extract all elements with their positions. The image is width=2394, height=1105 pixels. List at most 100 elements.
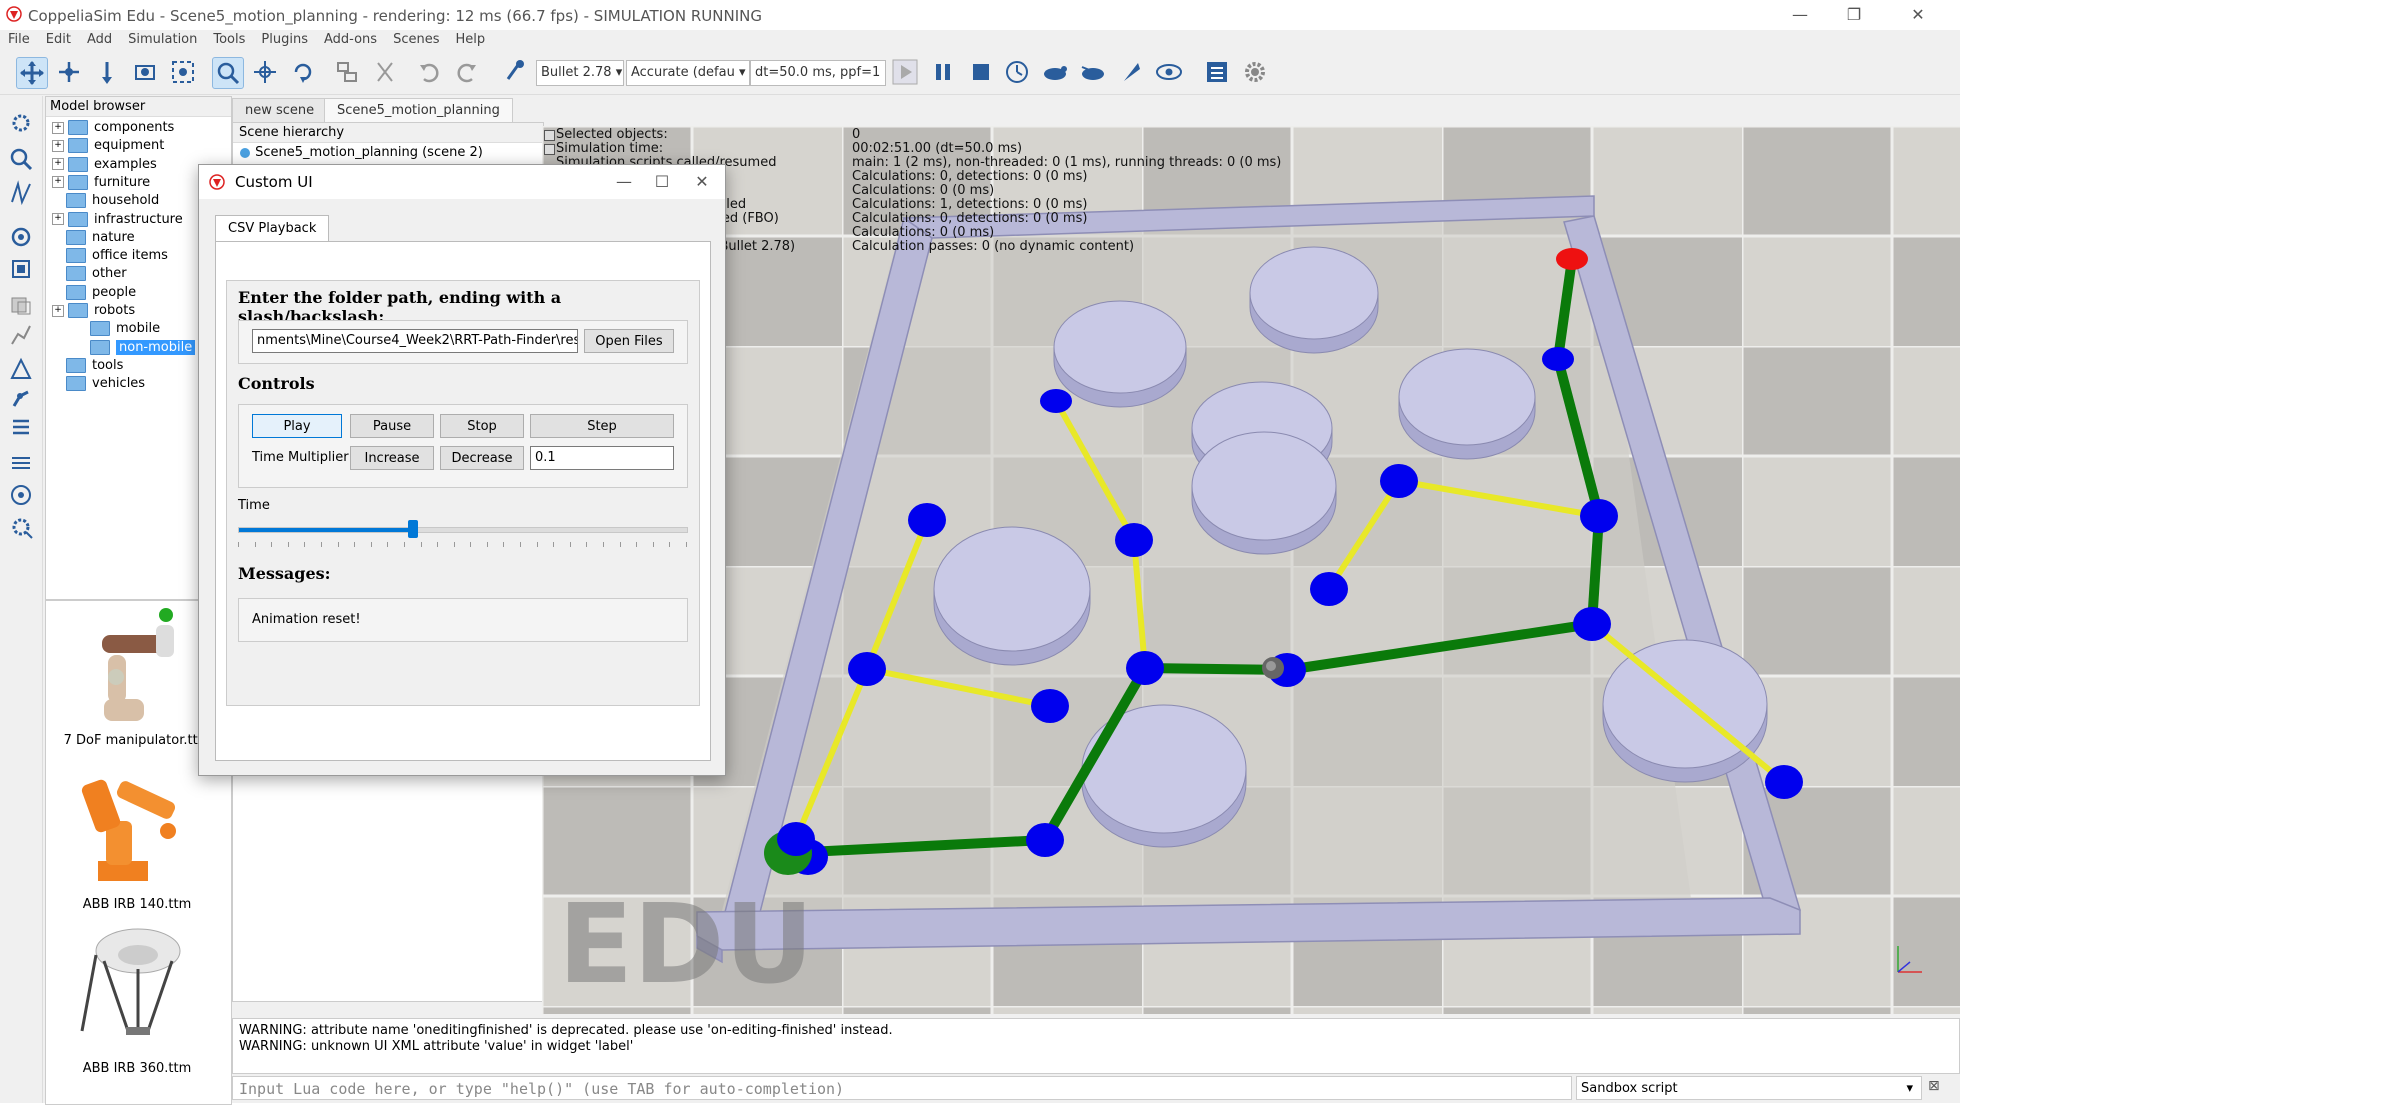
physics-engine-select[interactable]: Bullet 2.78 ▾: [536, 60, 624, 86]
tab-scene5-motion-planning[interactable]: Scene5_motion_planning: [324, 98, 513, 123]
pause-simulation-icon[interactable]: [928, 57, 958, 87]
tree-item-vehicles[interactable]: vehicles: [52, 375, 145, 393]
pause-button[interactable]: Pause: [350, 414, 434, 438]
speed-up-icon[interactable]: [1078, 57, 1108, 87]
decrease-button[interactable]: Decrease: [440, 446, 524, 470]
tree-item-other[interactable]: other: [52, 265, 127, 283]
distance-calculation-icon[interactable]: [8, 180, 34, 206]
expand-icon[interactable]: +: [52, 304, 64, 317]
tree-item-people[interactable]: people: [52, 284, 136, 302]
close-icon[interactable]: ⊠: [1928, 1078, 1940, 1094]
tree-item-equipment[interactable]: + equipment: [52, 137, 164, 155]
tree-item-household[interactable]: household: [52, 192, 159, 210]
tree-item-furniture[interactable]: + furniture: [52, 174, 150, 192]
expand-icon[interactable]: +: [52, 213, 64, 225]
7dof-manipulator-thumbnail[interactable]: [74, 605, 194, 729]
dialog-minimize-button[interactable]: —: [609, 171, 639, 193]
lua-command-input[interactable]: Input Lua code here, or type "help()" (u…: [232, 1076, 1572, 1100]
menu-edit[interactable]: Edit: [38, 30, 79, 50]
menu-scenes[interactable]: Scenes: [385, 30, 447, 50]
menu-add[interactable]: Add: [79, 30, 120, 50]
menu-help[interactable]: Help: [447, 30, 493, 50]
tab-new-scene[interactable]: new scene: [232, 98, 328, 124]
abb-irb-140-thumbnail[interactable]: [68, 761, 208, 891]
visualization-icon[interactable]: [1154, 57, 1184, 87]
hierarchy-root-item[interactable]: Scene5_motion_planning (scene 2): [233, 143, 543, 162]
maximize-button[interactable]: ❐: [1834, 2, 1874, 28]
collision-detection-icon[interactable]: [8, 146, 34, 172]
folder-path-input[interactable]: nments\Mine\Course4_Week2\RRT-Path-Finde…: [252, 329, 578, 353]
3d-viewport[interactable]: EDU Selected objects: Simulation time: Sim…: [542, 126, 1960, 1014]
start-simulation-icon[interactable]: [890, 57, 920, 87]
path-edit-icon[interactable]: [8, 322, 34, 348]
tree-item-tools[interactable]: tools: [52, 357, 123, 375]
camera-pan-icon[interactable]: [16, 57, 48, 89]
model-browser-toggle-icon[interactable]: [8, 482, 34, 508]
info-checkbox[interactable]: [544, 144, 555, 155]
undo-icon[interactable]: [414, 57, 444, 87]
script-selector[interactable]: Sandbox script ▾: [1576, 1076, 1922, 1100]
stop-simulation-icon[interactable]: [966, 57, 996, 87]
camera-rotate-icon[interactable]: [54, 57, 84, 87]
real-time-icon[interactable]: [1002, 57, 1032, 87]
layers-icon[interactable]: [8, 256, 34, 282]
abb-irb-360-thumbnail[interactable]: [68, 921, 208, 1051]
menu-plugins[interactable]: Plugins: [253, 30, 316, 50]
tree-item-office-items[interactable]: office items: [52, 247, 168, 265]
time-slider[interactable]: [238, 527, 688, 533]
expand-icon[interactable]: +: [52, 158, 64, 171]
object-shift-icon[interactable]: [250, 57, 280, 87]
menu-tools[interactable]: Tools: [205, 30, 253, 50]
selection-icon[interactable]: [8, 450, 34, 476]
tree-item-non-mobile[interactable]: non-mobile: [76, 339, 196, 357]
step-button[interactable]: Step: [530, 414, 674, 438]
play-button[interactable]: Play: [252, 414, 342, 438]
increase-button[interactable]: Increase: [350, 446, 434, 470]
open-files-button[interactable]: Open Files: [584, 329, 674, 353]
expand-icon[interactable]: +: [52, 139, 64, 152]
multiplier-input[interactable]: 0.1: [530, 446, 674, 470]
path-planning-icon[interactable]: [8, 356, 34, 382]
object-rotate-icon[interactable]: [288, 57, 318, 87]
settings-gear-icon[interactable]: [1240, 57, 1270, 87]
camera-angle-icon[interactable]: [130, 57, 160, 87]
menu-simulation[interactable]: Simulation: [120, 30, 205, 50]
expand-icon[interactable]: +: [52, 176, 64, 189]
dialog-maximize-button[interactable]: ☐: [647, 171, 677, 193]
object-select-icon[interactable]: [212, 57, 244, 89]
menu-add-ons[interactable]: Add-ons: [316, 30, 385, 50]
transfer-dna-icon[interactable]: [370, 57, 400, 87]
user-settings-icon[interactable]: [8, 514, 34, 540]
stop-button[interactable]: Stop: [440, 414, 524, 438]
dialog-close-button[interactable]: ✕: [687, 171, 717, 193]
timestep-select[interactable]: dt=50.0 ms, ppf=1: [750, 60, 886, 86]
dynamics-toggle-icon[interactable]: [500, 57, 530, 87]
minimize-button[interactable]: —: [1780, 2, 1820, 28]
tree-item-robots[interactable]: + robots: [52, 302, 135, 320]
time-slider-thumb[interactable]: [407, 520, 418, 538]
assemble-icon[interactable]: [332, 57, 362, 87]
list-icon[interactable]: [8, 414, 34, 440]
thread-rendering-icon[interactable]: [1116, 57, 1146, 87]
redo-icon[interactable]: [452, 57, 482, 87]
tree-item-infrastructure[interactable]: + infrastructure: [52, 211, 183, 229]
fit-to-view-icon[interactable]: [168, 57, 198, 87]
simulation-settings-icon[interactable]: [8, 110, 34, 136]
expand-icon[interactable]: +: [52, 121, 64, 134]
close-button[interactable]: ✕: [1898, 2, 1938, 28]
scripts-icon[interactable]: [8, 224, 34, 250]
scene-hierarchy-toggle-icon[interactable]: [1202, 57, 1232, 87]
accuracy-select[interactable]: Accurate (defau ▾: [626, 60, 750, 86]
slider-tick: [453, 542, 455, 547]
menu-file[interactable]: File: [0, 30, 38, 50]
tab-csv-playback[interactable]: CSV Playback: [215, 215, 330, 242]
shape-edit-icon[interactable]: [8, 292, 34, 318]
tree-item-nature[interactable]: nature: [52, 229, 135, 247]
info-checkbox[interactable]: [544, 130, 555, 141]
tree-item-mobile[interactable]: mobile: [76, 320, 160, 338]
tree-item-examples[interactable]: + examples: [52, 156, 157, 174]
ik-icon[interactable]: [8, 384, 34, 410]
tree-item-components[interactable]: + components: [52, 119, 174, 137]
camera-shift-icon[interactable]: [92, 57, 122, 87]
slow-down-icon[interactable]: [1040, 57, 1070, 87]
